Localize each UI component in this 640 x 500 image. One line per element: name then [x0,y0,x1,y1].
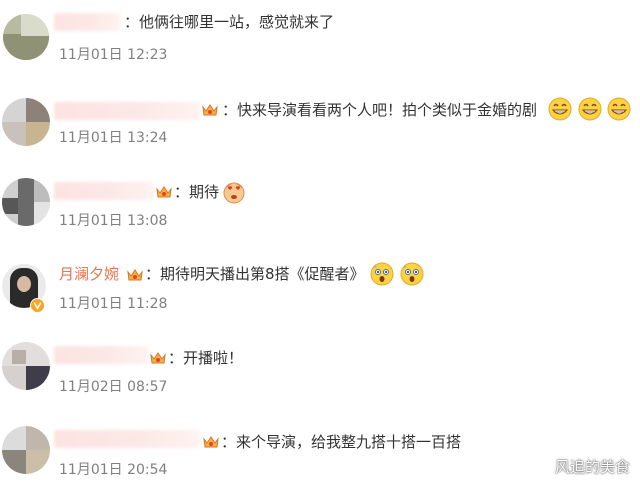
comment-text: ：来个导演，给我整九搭十搭一百搭 [221,433,462,451]
comment-time: 11月01日 13:08 [59,213,168,229]
grin-emoji-icon [548,97,572,121]
grin-emoji-icon [578,97,602,121]
avatar[interactable] [2,178,50,226]
grin-emoji-icon [607,97,631,121]
comment-text: ：快来导演看看两个人吧！拍个类似于金婚的剧 [222,101,538,119]
avatar[interactable] [2,98,50,146]
avatar[interactable] [3,14,49,60]
username-blurred[interactable] [54,346,148,364]
username-blurred[interactable] [54,430,200,448]
avatar[interactable] [2,426,50,474]
comment-time: 11月01日 20:54 [59,462,168,478]
vip-crown-icon [203,436,219,448]
comment-text: ：期待明天播出第8搭《促醒者》 [145,265,365,283]
surprised-emoji-icon [400,262,424,286]
comment-item: ：开播啦！ 11月02日 08:57 [0,336,640,416]
comment-text: ：期待 [174,183,220,201]
username-blurred[interactable] [54,182,154,200]
vip-crown-icon [202,104,218,116]
comment-time: 11月01日 13:24 [59,130,168,146]
surprised-emoji-icon [370,262,394,286]
comment-text: ：开播啦！ [168,349,244,367]
comment-item: ：来个导演，给我整九搭十搭一百搭 11月01日 20:54 [0,420,640,500]
comment-item: 月澜夕婉 ：期待明天播出第8搭《促醒者》 11月01日 11:28 [0,254,640,334]
verified-v-icon [30,298,45,313]
username[interactable]: 月澜夕婉 [59,264,119,284]
avatar[interactable] [2,342,50,390]
username-blurred[interactable] [54,13,120,31]
comment-text: ：他俩往哪里一站，感觉就来了 [124,13,335,31]
comment-item: ：他俩往哪里一站，感觉就来了 11月01日 12:23 [0,8,640,88]
vip-crown-icon [127,269,143,281]
comment-time: 11月02日 08:57 [59,379,168,395]
watermark: 风追的美食 [554,458,630,476]
heart-eyes-emoji-icon [223,182,245,204]
comment-time: 11月01日 12:23 [59,47,168,63]
comment-item: ：快来导演看看两个人吧！拍个类似于金婚的剧 11月01日 13:24 [0,92,640,172]
vip-crown-icon [150,352,166,364]
vip-crown-icon [156,186,172,198]
comment-time: 11月01日 11:28 [59,296,168,312]
comment-item: ：期待 11月01日 13:08 [0,172,640,252]
username-blurred[interactable] [54,102,200,120]
